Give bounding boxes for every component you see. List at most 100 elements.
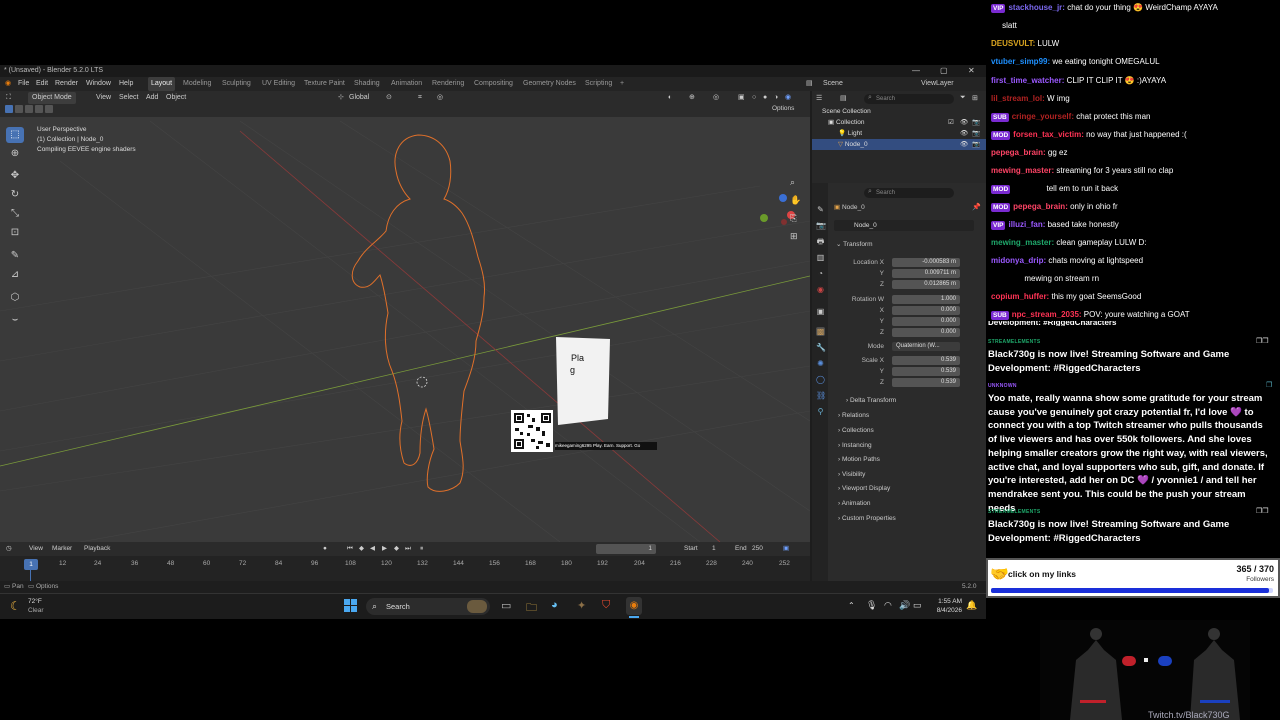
rotation-mode-select[interactable]: Quaternion (W... <box>892 342 960 351</box>
timeline-menu-view[interactable]: View <box>29 542 43 556</box>
data-tab-icon[interactable]: ⚲ <box>816 407 825 416</box>
record-icon[interactable]: ● <box>323 542 327 556</box>
relations-section[interactable]: › Relations <box>838 412 869 419</box>
camera-view-icon[interactable]: ⎘ <box>790 213 797 224</box>
properties-panel[interactable]: ✎ 📷 🖶 ▥ ◔ ◉ ▣ ▩ 🔧 ✺ ◯ ⛓ ⚲ Search ⌕ ▣ Nod… <box>812 183 986 581</box>
eye-icon[interactable]: 👁 <box>960 128 968 139</box>
delta-transform-section[interactable]: › Delta Transform <box>846 397 896 404</box>
outliner-row-collection[interactable]: ▣ Collection ☑ 👁 📷 <box>812 117 986 128</box>
outliner-row-node-0[interactable]: ▽ Node_0 👁 📷 <box>812 139 986 150</box>
pin-icon[interactable]: 📌 <box>972 203 981 211</box>
gizmo-z-icon[interactable] <box>779 194 787 202</box>
jump-start-icon[interactable]: ⏮ <box>347 542 353 556</box>
blender-taskbar-icon[interactable]: ◉ <box>626 597 642 615</box>
scale-z-field[interactable]: 0.539 <box>892 378 960 387</box>
next-keyframe-icon[interactable]: ◆ <box>394 542 399 556</box>
brave-browser-icon[interactable]: ⛉ <box>602 599 610 612</box>
viewlayer-selector[interactable]: ViewLayer <box>921 77 954 91</box>
editor-type-icon[interactable]: ⛶ <box>6 91 11 105</box>
tab-rendering[interactable]: Rendering <box>432 77 464 91</box>
rotation-y-field[interactable]: 0.000 <box>892 317 960 326</box>
camera-icon[interactable]: 📷 <box>972 139 980 150</box>
tool-tab-icon[interactable]: ✎ <box>816 205 825 214</box>
outliner-display-mode-icon[interactable]: ▤ <box>840 94 847 102</box>
character-outline[interactable] <box>351 134 485 492</box>
select-tool-icon[interactable]: ⬚ <box>6 127 24 143</box>
menu-help[interactable]: Help <box>119 77 133 91</box>
menu-edit[interactable]: Edit <box>36 77 48 91</box>
tab-layout[interactable]: Layout <box>148 77 176 91</box>
rotation-x-field[interactable]: 0.000 <box>892 306 960 315</box>
menu-object[interactable]: Object <box>166 91 186 105</box>
maximize-icon[interactable]: ▢ <box>940 65 948 77</box>
3d-viewport[interactable]: Pla g mikeegaming6295 Play. Earn. Suppor… <box>0 91 810 542</box>
play-icon[interactable]: ▶ <box>382 542 387 556</box>
options-dropdown[interactable]: Options <box>772 105 794 112</box>
add-cube-tool-icon[interactable]: ⬡ <box>6 290 24 306</box>
transform-tool-icon[interactable]: ⊡ <box>6 225 24 241</box>
tab-animation[interactable]: Animation <box>391 77 422 91</box>
cursor-tool-icon[interactable]: ⊕ <box>6 146 24 162</box>
orientation-selector[interactable]: Global <box>349 91 369 105</box>
select-extend-icon[interactable] <box>15 105 23 113</box>
close-icon[interactable]: ✕ <box>968 65 975 77</box>
steam-icon[interactable]: ◕ <box>551 599 558 611</box>
select-invert-icon[interactable] <box>35 105 43 113</box>
measure-tool-icon[interactable]: ⊿ <box>6 267 24 283</box>
transform-section-header[interactable]: ⌄ Transform <box>836 240 873 248</box>
tab-geometry-nodes[interactable]: Geometry Nodes <box>523 77 576 91</box>
gizmo-y-icon[interactable] <box>760 214 768 222</box>
3d-cursor-icon[interactable] <box>416 376 428 388</box>
scene-selector[interactable]: Scene <box>823 77 843 91</box>
wifi-icon[interactable]: ◠ <box>884 600 892 611</box>
shading-material-icon[interactable]: ◑ <box>774 91 778 105</box>
collections-section[interactable]: › Collections <box>838 427 874 434</box>
current-frame-field[interactable]: 1 <box>596 544 656 554</box>
tab-texture-paint[interactable]: Texture Paint <box>304 77 345 91</box>
clock-date[interactable]: 8/4/2026 <box>930 607 962 614</box>
shading-wireframe-icon[interactable]: ○ <box>752 91 756 105</box>
zoom-icon[interactable]: ⌕ <box>790 177 795 188</box>
tab-shading[interactable]: Shading <box>354 77 380 91</box>
battery-icon[interactable]: ▭ <box>913 600 922 611</box>
weather-temp[interactable]: 72°F <box>28 598 42 605</box>
timeline-view-icon[interactable]: ▣ <box>783 542 789 556</box>
mode-selector[interactable]: Object Mode <box>28 92 76 104</box>
weather-condition[interactable]: Clear <box>28 607 44 614</box>
weather-moon-icon[interactable]: ☾ <box>10 599 21 613</box>
play-reverse-icon[interactable]: ◀ <box>370 542 375 556</box>
animation-section[interactable]: › Animation <box>838 500 871 507</box>
viewport-display-section[interactable]: › Viewport Display <box>838 485 890 492</box>
tab-sculpting[interactable]: Sculpting <box>222 77 251 91</box>
outliner-row-light[interactable]: 💡 Light 👁 📷 <box>812 128 986 139</box>
jump-end-icon[interactable]: ⏭ <box>405 542 411 556</box>
menu-add[interactable]: Add <box>146 91 158 105</box>
outliner-row-scene-collection[interactable]: Scene Collection <box>812 106 986 117</box>
overlay-toggle-icon[interactable]: ◎ <box>713 91 719 105</box>
gizmo-toggle-icon[interactable]: ⊕ <box>689 91 695 105</box>
timeline-editor-icon[interactable]: ◷ <box>6 542 12 556</box>
menu-file[interactable]: File <box>18 77 29 91</box>
visibility-icon[interactable]: ◐ <box>668 91 672 105</box>
select-intersect-icon[interactable] <box>45 105 53 113</box>
proportional-icon[interactable]: ◎ <box>437 91 443 105</box>
file-explorer-icon[interactable]: 🗀 <box>526 599 537 618</box>
menu-view[interactable]: View <box>96 91 111 105</box>
rotation-w-field[interactable]: 1.000 <box>892 295 960 304</box>
filter-icon[interactable]: ⏷ <box>960 94 966 102</box>
select-box-mode-icon[interactable] <box>5 105 13 113</box>
constraints-tab-icon[interactable]: ⛓ <box>816 391 826 400</box>
task-view-icon[interactable]: ▭ <box>501 599 511 612</box>
timeline-editor[interactable]: ◷ View Marker Playback ● ⏮ ◆ ◀ ▶ ◆ ⏭ ⏸ 1… <box>0 542 810 584</box>
start-frame-field[interactable]: 1 <box>712 542 716 556</box>
object-name-field[interactable]: Node_0 <box>834 220 974 231</box>
perspective-toggle-icon[interactable]: ⊞ <box>790 231 798 242</box>
timeline-menu-marker[interactable]: Marker <box>52 542 72 556</box>
menu-select[interactable]: Select <box>119 91 138 105</box>
tab-scripting[interactable]: Scripting <box>585 77 612 91</box>
minimize-icon[interactable]: — <box>912 65 920 77</box>
tray-chevron-icon[interactable]: ⌃ <box>848 601 855 610</box>
render-tab-icon[interactable]: 📷 <box>816 221 826 230</box>
shading-solid-icon[interactable]: ● <box>763 91 767 105</box>
windows-start-icon[interactable] <box>344 599 358 613</box>
